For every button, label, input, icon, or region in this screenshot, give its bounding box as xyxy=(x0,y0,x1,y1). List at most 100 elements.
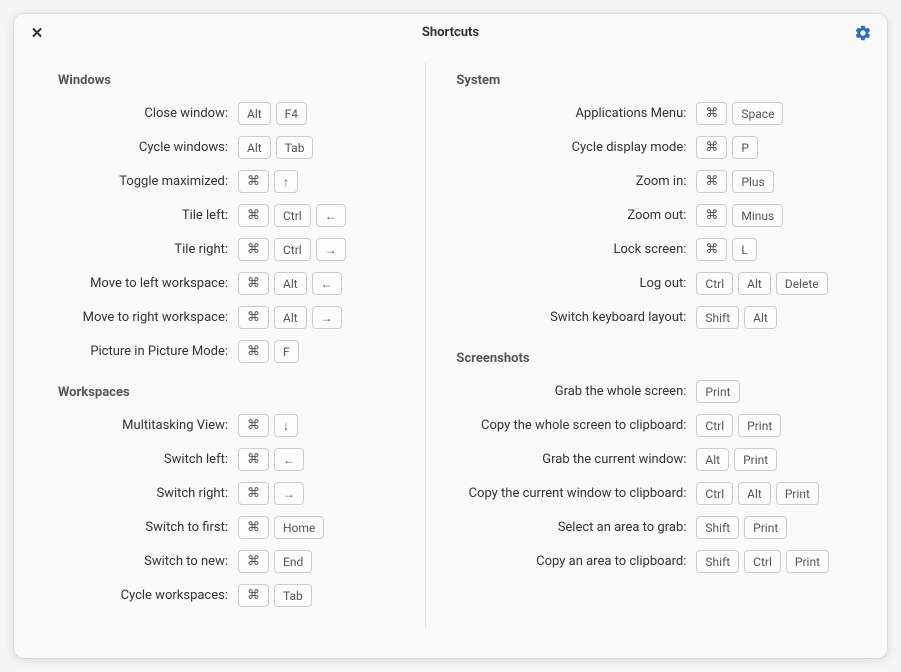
shortcut-row: Move to right workspace:Alt xyxy=(58,306,395,329)
key-cmd xyxy=(238,584,269,607)
key-tab: Tab xyxy=(274,584,312,607)
shortcut-keys: Ctrl xyxy=(238,204,346,227)
shortcut-row: Switch keyboard layout:ShiftAlt xyxy=(456,306,829,329)
key-ctrl: Ctrl xyxy=(696,482,733,505)
shortcut-keys: P xyxy=(696,136,758,159)
shortcut-keys xyxy=(238,448,304,471)
key-shift: Shift xyxy=(696,550,739,573)
shortcut-keys: CtrlAltDelete xyxy=(696,272,827,295)
shortcut-keys: Home xyxy=(238,516,324,539)
key-arrow-left xyxy=(316,204,346,227)
key-ctrl: Ctrl xyxy=(744,550,781,573)
shortcut-row: Zoom out: Minus xyxy=(456,204,829,227)
key-home: Home xyxy=(274,516,324,539)
key-print: Print xyxy=(786,550,829,573)
shortcut-keys: ShiftPrint xyxy=(696,516,787,539)
section-title-system: System xyxy=(456,73,829,88)
shortcut-label: Cycle windows: xyxy=(58,140,238,155)
key-arrow-down xyxy=(274,414,298,437)
shortcut-label: Copy the whole screen to clipboard: xyxy=(456,418,696,433)
shortcut-row: Grab the whole screen:Print xyxy=(456,380,829,403)
shortcut-row: Cycle display mode:P xyxy=(456,136,829,159)
key-arrow-left xyxy=(274,448,304,471)
key-tab: Tab xyxy=(276,136,314,159)
key-cmd xyxy=(696,102,727,125)
key-cmd xyxy=(238,414,269,437)
shortcut-keys: Alt xyxy=(238,272,342,295)
key-ctrl: Ctrl xyxy=(696,414,733,437)
settings-button[interactable] xyxy=(851,21,875,45)
shortcut-keys: L xyxy=(696,238,756,261)
shortcut-label: Applications Menu: xyxy=(456,106,696,121)
key-ctrl: Ctrl xyxy=(274,238,311,261)
key-cmd xyxy=(238,306,269,329)
shortcut-keys: Space xyxy=(696,102,783,125)
key-end: End xyxy=(274,550,312,573)
shortcut-row: Log out:CtrlAltDelete xyxy=(456,272,829,295)
key-arrow-right xyxy=(274,482,304,505)
key-cmd xyxy=(696,136,727,159)
shortcut-row: Cycle workspaces: Tab xyxy=(58,584,395,607)
shortcut-label: Switch to first: xyxy=(58,520,238,535)
key-alt: Alt xyxy=(696,448,729,471)
key-cmd xyxy=(238,482,269,505)
key-cmd xyxy=(238,550,269,573)
shortcut-keys xyxy=(238,170,298,193)
shortcut-label: Cycle workspaces: xyxy=(58,588,238,603)
close-button[interactable]: ✕ xyxy=(28,24,46,42)
shortcut-row: Tile right: Ctrl xyxy=(58,238,395,261)
shortcuts-window: ✕ Shortcuts Windows Close window:AltF4Cy… xyxy=(14,14,887,658)
shortcut-label: Tile right: xyxy=(58,242,238,257)
shortcut-row: Switch right: xyxy=(58,482,395,505)
shortcut-row: Copy an area to clipboard:ShiftCtrlPrint xyxy=(456,550,829,573)
shortcut-row: Toggle maximized: xyxy=(58,170,395,193)
shortcut-label: Grab the current window: xyxy=(456,452,696,467)
shortcut-row: Multitasking View: xyxy=(58,414,395,437)
gear-icon xyxy=(854,24,872,42)
shortcut-keys: Print xyxy=(696,380,739,403)
shortcut-label: Move to right workspace: xyxy=(58,310,238,325)
shortcut-label: Zoom out: xyxy=(456,208,696,223)
shortcut-label: Tile left: xyxy=(58,208,238,223)
shortcut-label: Grab the whole screen: xyxy=(456,384,696,399)
key-cmd xyxy=(238,272,269,295)
key-print: Print xyxy=(776,482,819,505)
key-ctrl: Ctrl xyxy=(696,272,733,295)
content-area: Windows Close window:AltF4Cycle windows:… xyxy=(14,51,887,658)
section-system: Applications Menu:Space Cycle display mod… xyxy=(456,102,829,329)
shortcut-row: Cycle windows:AltTab xyxy=(58,136,395,159)
key-cmd xyxy=(238,204,269,227)
key-cmd xyxy=(696,238,727,261)
key-alt: Alt xyxy=(238,102,271,125)
key-shift: Shift xyxy=(696,306,739,329)
shortcut-keys: AltF4 xyxy=(238,102,307,125)
shortcut-label: Close window: xyxy=(58,106,238,121)
key-alt: Alt xyxy=(738,272,771,295)
section-screenshots: Grab the whole screen:PrintCopy the whol… xyxy=(456,380,829,573)
key-minus: Minus xyxy=(732,204,783,227)
shortcut-row: Switch to new:End xyxy=(58,550,395,573)
shortcut-keys: ShiftAlt xyxy=(696,306,776,329)
shortcut-label: Lock screen: xyxy=(456,242,696,257)
shortcut-row: Applications Menu:Space xyxy=(456,102,829,125)
shortcut-row: Switch to first: Home xyxy=(58,516,395,539)
key-cmd xyxy=(696,204,727,227)
key-cmd xyxy=(238,516,269,539)
left-column: Windows Close window:AltF4Cycle windows:… xyxy=(54,63,426,628)
close-icon: ✕ xyxy=(31,24,44,42)
key-alt: Alt xyxy=(738,482,771,505)
shortcut-label: Picture in Picture Mode: xyxy=(58,344,238,359)
shortcut-keys: AltTab xyxy=(238,136,313,159)
shortcut-keys: End xyxy=(238,550,312,573)
key-arrow-up xyxy=(274,170,298,193)
shortcut-row: Select an area to grab:ShiftPrint xyxy=(456,516,829,539)
key-arrow-left xyxy=(312,272,342,295)
shortcut-keys: CtrlAltPrint xyxy=(696,482,819,505)
section-title-screenshots: Screenshots xyxy=(456,351,829,366)
key-print: Print xyxy=(696,380,739,403)
key-print: Print xyxy=(734,448,777,471)
shortcut-row: Move to left workspace:Alt xyxy=(58,272,395,295)
shortcut-label: Switch keyboard layout: xyxy=(456,310,696,325)
section-workspaces: Multitasking View:Switch left:Switch rig… xyxy=(58,414,395,607)
shortcut-row: Grab the current window:AltPrint xyxy=(456,448,829,471)
